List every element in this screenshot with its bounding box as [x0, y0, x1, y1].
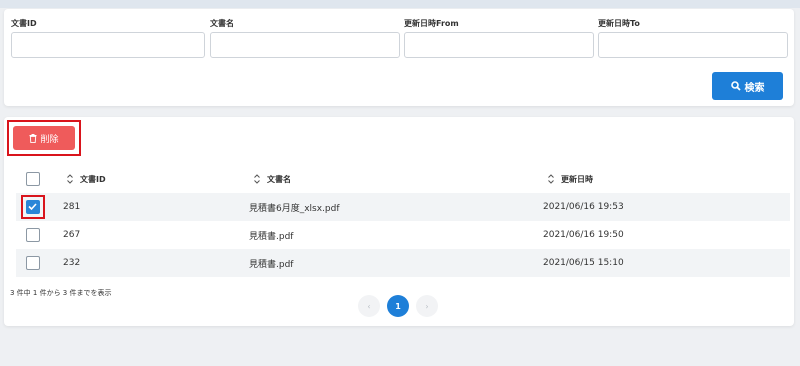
cell-doc-id: 232 [63, 258, 81, 268]
cell-doc-name: 見積書.pdf [249, 231, 294, 242]
header-doc-name: 文書名 [267, 174, 291, 184]
prev-page-button[interactable]: ‹ [358, 295, 380, 317]
header-updated: 更新日時 [561, 174, 593, 184]
select-all-checkbox[interactable] [26, 172, 40, 186]
sort-icon [548, 174, 554, 184]
doc-id-label: 文書ID [11, 19, 37, 28]
search-button-label: 検索 [744, 82, 765, 94]
page-1-button[interactable]: 1 [387, 295, 409, 317]
cell-updated: 2021/06/16 19:53 [543, 202, 624, 212]
updated-to-input[interactable] [598, 32, 788, 58]
updated-from-label: 更新日時From [404, 19, 459, 28]
table-header: 文書ID 文書名 更新日時 [16, 165, 790, 193]
doc-id-input[interactable] [11, 32, 205, 58]
cell-updated: 2021/06/16 19:50 [543, 230, 624, 240]
check-icon [28, 203, 37, 211]
delete-highlight: 削除 [7, 120, 81, 156]
table-row[interactable]: 267 見積書.pdf 2021/06/16 19:50 [16, 221, 790, 249]
search-button[interactable]: 検索 [712, 72, 783, 100]
results-panel: 削除 文書ID 文書名 更新日時 281 見積書6月度_xlsx.pdf 202… [4, 117, 794, 326]
table-row[interactable]: 232 見積書.pdf 2021/06/15 15:10 [16, 249, 790, 277]
cell-updated: 2021/06/15 15:10 [543, 258, 624, 268]
cell-doc-id: 267 [63, 230, 81, 240]
sort-doc-id[interactable]: 文書ID [66, 165, 106, 193]
updated-from-input[interactable] [404, 32, 594, 58]
row-checkbox[interactable] [26, 256, 40, 270]
sort-updated[interactable]: 更新日時 [547, 165, 593, 193]
sort-icon [67, 174, 73, 184]
search-icon [730, 81, 741, 91]
result-summary: 3 件中 1 件から 3 件までを表示 [10, 289, 112, 297]
trash-icon [29, 133, 37, 143]
row-checkbox[interactable] [26, 228, 40, 242]
table-row[interactable]: 281 見積書6月度_xlsx.pdf 2021/06/16 19:53 [16, 193, 790, 221]
cell-doc-name: 見積書6月度_xlsx.pdf [249, 203, 340, 214]
delete-button[interactable]: 削除 [13, 126, 75, 150]
search-panel: 文書ID 文書名 更新日時From 更新日時To 検索 [4, 9, 794, 106]
doc-name-input[interactable] [210, 32, 400, 58]
sort-doc-name[interactable]: 文書名 [253, 165, 291, 193]
sort-icon [254, 174, 260, 184]
top-strip [0, 0, 800, 8]
updated-to-label: 更新日時To [598, 19, 640, 28]
next-page-button[interactable]: › [416, 295, 438, 317]
row-checkbox[interactable] [26, 200, 40, 214]
header-doc-id: 文書ID [80, 174, 106, 184]
doc-name-label: 文書名 [210, 19, 234, 28]
cell-doc-name: 見積書.pdf [249, 259, 294, 270]
cell-doc-id: 281 [63, 202, 81, 212]
delete-button-label: 削除 [40, 134, 59, 145]
